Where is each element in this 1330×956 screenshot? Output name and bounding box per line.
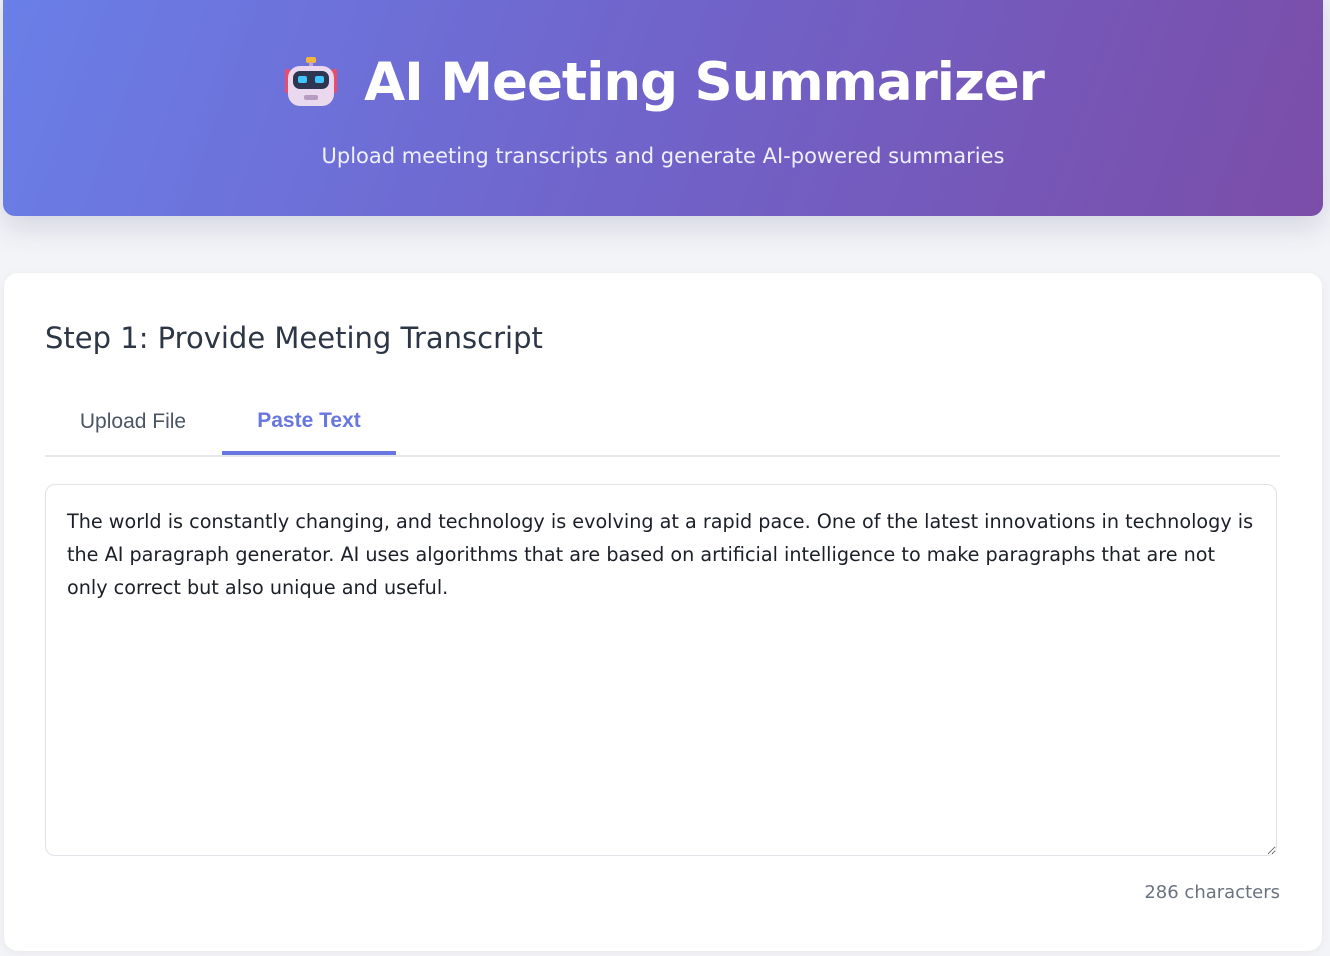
character-count: 286 characters xyxy=(1144,882,1280,903)
robot-icon xyxy=(285,56,338,106)
step1-heading: Step 1: Provide Meeting Transcript xyxy=(45,321,543,355)
app-title: AI Meeting Summarizer xyxy=(364,52,1045,113)
step1-card: Step 1: Provide Meeting Transcript Uploa… xyxy=(4,273,1322,951)
app-subtitle: Upload meeting transcripts and generate … xyxy=(321,144,1005,168)
app-header: AI Meeting Summarizer Upload meeting tra… xyxy=(3,0,1323,216)
title-row: AI Meeting Summarizer xyxy=(3,52,1323,113)
transcript-textarea[interactable]: The world is constantly changing, and te… xyxy=(45,484,1277,856)
input-mode-tabs: Upload File Paste Text xyxy=(45,391,1280,457)
tab-upload-file[interactable]: Upload File xyxy=(45,391,221,453)
tab-paste-text[interactable]: Paste Text xyxy=(222,391,396,455)
